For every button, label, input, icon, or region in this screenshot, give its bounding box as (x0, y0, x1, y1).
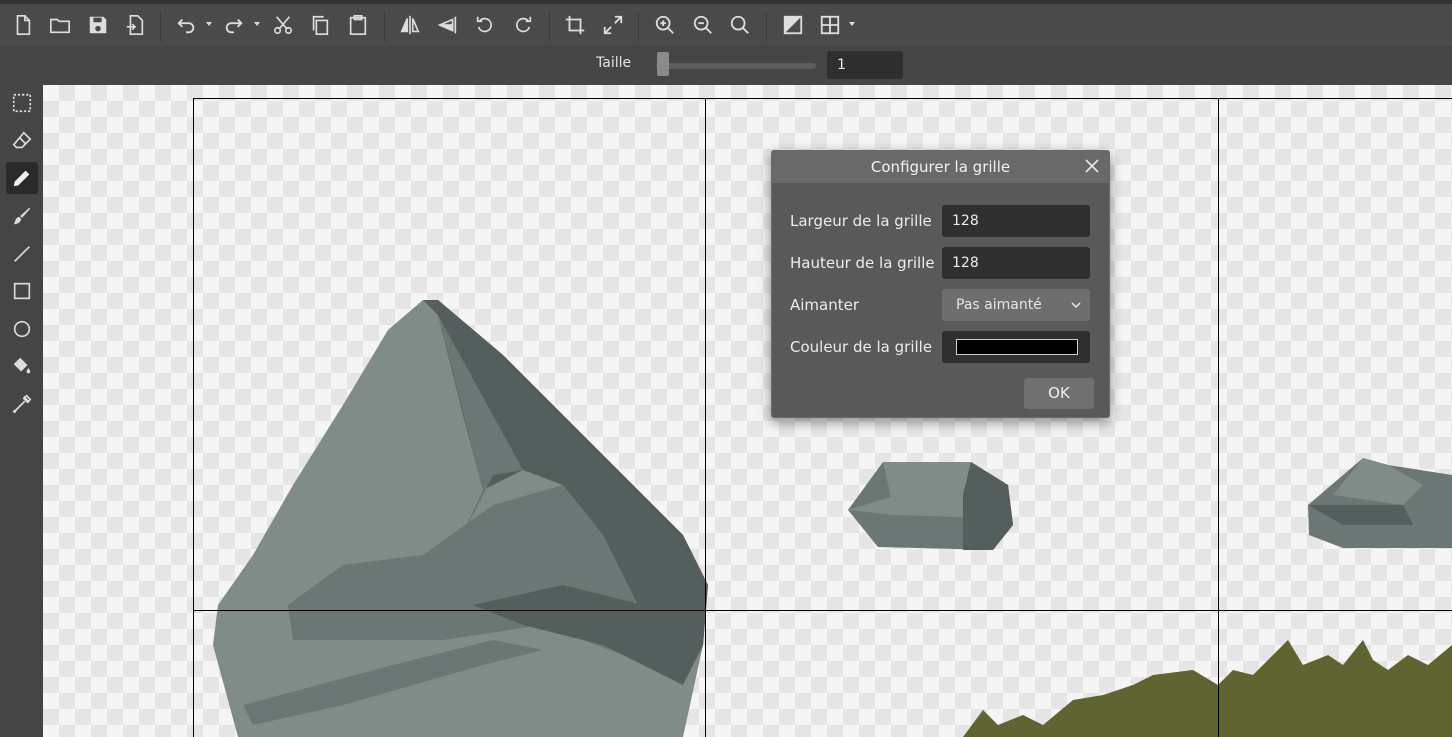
resize-icon[interactable] (600, 12, 626, 38)
new-file-icon[interactable] (10, 12, 36, 38)
fill-bucket-icon[interactable] (6, 350, 38, 382)
snap-label: Aimanter (790, 296, 860, 314)
snap-select-value: Pas aimanté (956, 297, 1042, 313)
eraser-icon[interactable] (6, 125, 38, 157)
undo-icon[interactable] (173, 12, 199, 38)
rectangle-icon[interactable] (6, 275, 38, 307)
dialog-header: Configurer la grille (772, 151, 1109, 183)
tool-options-bar: Taille 1 (0, 46, 1452, 85)
right-rock (1308, 458, 1452, 548)
grid-color-row: Couleur de la grille (790, 331, 1095, 363)
paste-icon[interactable] (345, 12, 371, 38)
brush-icon[interactable] (6, 200, 38, 232)
eyedropper-icon[interactable] (6, 388, 38, 420)
grid-color-label: Couleur de la grille (790, 338, 933, 356)
dialog-title: Configurer la grille (870, 158, 1011, 176)
grass (963, 640, 1452, 737)
zoom-out-icon[interactable] (690, 12, 716, 38)
drawing-canvas[interactable] (43, 85, 1452, 737)
circle-icon[interactable] (6, 313, 38, 345)
zoom-in-icon[interactable] (652, 12, 678, 38)
small-rock (848, 462, 1013, 550)
save-icon[interactable] (85, 12, 111, 38)
grid-color-swatch (956, 339, 1078, 355)
size-slider-thumb[interactable] (657, 52, 669, 76)
flip-vertical-icon[interactable] (435, 12, 461, 38)
grid-icon[interactable] (817, 12, 843, 38)
copy-icon[interactable] (307, 12, 333, 38)
grid-height-label: Hauteur de la grille (790, 254, 935, 272)
open-folder-icon[interactable] (47, 12, 73, 38)
snap-row: Aimanter Pas aimanté (790, 289, 1095, 321)
grid-width-row: Largeur de la grille 128 (790, 205, 1095, 237)
size-label: Taille (596, 55, 632, 71)
big-rock (213, 300, 708, 737)
close-icon[interactable] (1083, 157, 1101, 175)
grid-width-label: Largeur de la grille (790, 212, 932, 230)
cut-icon[interactable] (270, 12, 296, 38)
pencil-icon[interactable] (6, 162, 38, 194)
crop-icon[interactable] (562, 12, 588, 38)
line-icon[interactable] (6, 238, 38, 270)
grid-height-input[interactable]: 128 (942, 247, 1090, 279)
canvas-artwork (193, 98, 1452, 737)
redo-icon[interactable] (221, 12, 247, 38)
rotate-left-icon[interactable] (472, 12, 498, 38)
select-icon[interactable] (6, 87, 38, 119)
grid-width-input[interactable]: 128 (942, 205, 1090, 237)
zoom-reset-icon[interactable] (727, 12, 753, 38)
main-toolbar (0, 0, 1452, 46)
color-swap-icon[interactable] (780, 12, 806, 38)
rotate-right-icon[interactable] (510, 12, 536, 38)
tool-sidebar (0, 85, 43, 737)
grid-color-picker[interactable] (942, 331, 1090, 363)
size-input[interactable]: 1 (827, 51, 903, 79)
grid-height-row: Hauteur de la grille 128 (790, 247, 1095, 279)
size-slider-track[interactable] (656, 63, 816, 69)
grid-config-dialog: Configurer la grille Largeur de la grill… (771, 150, 1110, 418)
export-icon[interactable] (122, 12, 148, 38)
ok-button[interactable]: OK (1024, 378, 1094, 409)
snap-select[interactable]: Pas aimanté (942, 289, 1090, 321)
flip-horizontal-icon[interactable] (397, 12, 423, 38)
chevron-down-icon (1071, 302, 1081, 309)
